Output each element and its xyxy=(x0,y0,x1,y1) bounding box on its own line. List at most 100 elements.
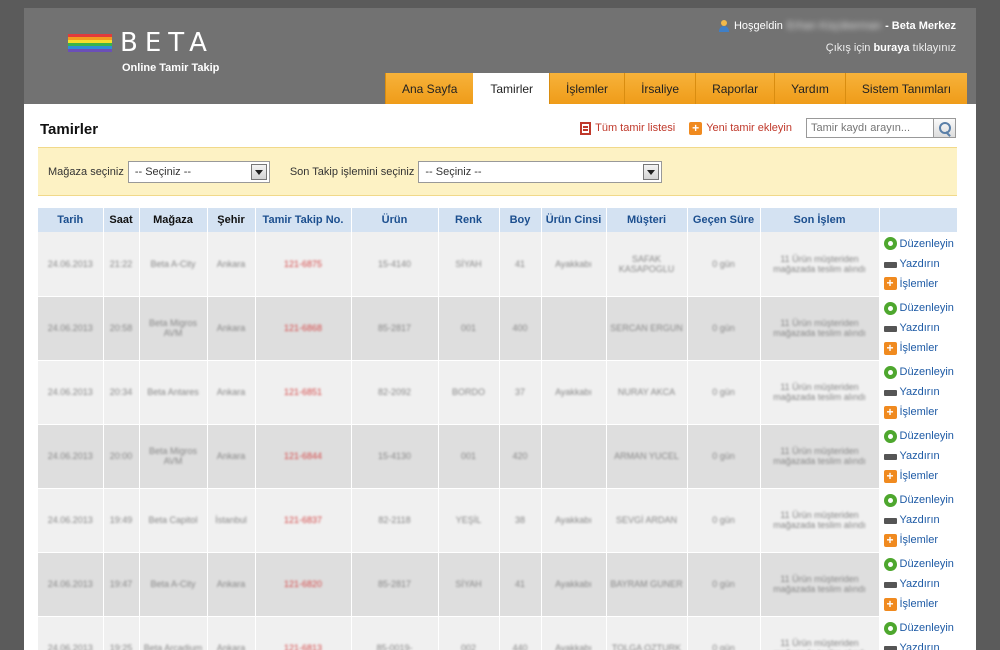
column-header[interactable]: Müşteri xyxy=(606,208,688,232)
last-action-label: Son Takip işlemini seçiniz xyxy=(289,165,415,178)
operations-button[interactable]: + İşlemler xyxy=(883,402,957,422)
edit-button[interactable]: Düzenleyin xyxy=(883,426,957,446)
cell-text: Ankara xyxy=(216,387,246,397)
greeting: Hoşgeldin xyxy=(733,20,783,32)
column-header[interactable]: Şehir xyxy=(207,208,256,232)
printer-icon xyxy=(883,450,897,464)
operations-button[interactable]: + İşlemler xyxy=(883,594,957,614)
operations-button[interactable]: + İşlemler xyxy=(883,466,957,486)
new-repair-label: Yeni tamir ekleyin xyxy=(706,122,792,134)
print-button[interactable]: Yazdırın xyxy=(883,510,957,530)
operations-button[interactable]: + İşlemler xyxy=(883,338,957,358)
cell-text: 24.06.2013 xyxy=(47,387,93,397)
nav-tab[interactable]: İrsaliye xyxy=(624,73,696,104)
column-header[interactable]: Son İşlem xyxy=(760,208,880,232)
plus-icon: + xyxy=(883,405,897,419)
table-row[interactable]: 24.06.2013 19:49 Beta Capitol İstanbul 121-6… xyxy=(38,488,958,553)
nav-tab[interactable]: Ana Sayfa xyxy=(385,73,474,104)
table-row[interactable]: 24.06.2013 19:47 Beta A-City Ankara 121-6820… xyxy=(38,552,958,617)
new-repair-link[interactable]: + Yeni tamir ekleyin xyxy=(689,121,792,135)
row-actions: DüzenleyinYazdırın+İşlemler xyxy=(879,424,958,489)
logout-link[interactable]: buraya xyxy=(873,42,909,54)
table-row[interactable]: 24.06.2013 20:58 Beta Migros AVM Ankara 121-… xyxy=(38,296,958,361)
header: BETA Online Tamir Takip Hoşgeldin Erhan … xyxy=(24,8,976,104)
table-cell: Ayakkabı xyxy=(541,616,607,650)
print-button[interactable]: Yazdırın xyxy=(883,382,957,402)
action-label: Yazdırın xyxy=(899,642,940,650)
table-cell: 24.06.2013 xyxy=(38,552,104,617)
table-cell: Ankara xyxy=(207,552,256,617)
operations-button[interactable]: + İşlemler xyxy=(883,530,957,550)
store-select[interactable]: -- Seçiniz -- xyxy=(127,160,270,183)
action-label: Düzenleyin xyxy=(899,237,954,250)
logout-line: Çıkış için buraya tıklayınız xyxy=(718,42,956,54)
nav-tab[interactable]: Sistem Tanımları xyxy=(844,73,968,104)
cell-text: Beta Antares xyxy=(147,387,199,397)
table-row[interactable]: 24.06.2013 19:25 Beta Arcadium Ankara 121-68… xyxy=(38,616,958,650)
print-button[interactable]: Yazdırın xyxy=(883,574,957,594)
table-cell: 121-6875 xyxy=(255,232,352,297)
column-header[interactable]: Tarih xyxy=(38,208,104,232)
column-header[interactable]: Tamir Takip No. xyxy=(255,208,352,232)
table-row[interactable]: 24.06.2013 21:22 Beta A-City Ankara 121-6875… xyxy=(38,232,958,297)
column-header[interactable]: Geçen Süre xyxy=(687,208,761,232)
column-header[interactable]: Renk xyxy=(438,208,500,232)
plus-icon: + xyxy=(883,469,897,483)
column-header[interactable]: Ürün Cinsi xyxy=(541,208,607,232)
cell-text: 24.06.2013 xyxy=(47,579,93,589)
table-cell: Beta Arcadium xyxy=(139,616,208,650)
cell-text: NURAY AKCA xyxy=(617,387,676,397)
plus-icon: + xyxy=(883,277,897,291)
edit-button[interactable]: Düzenleyin xyxy=(883,618,957,638)
cell-text: Beta A-City xyxy=(150,258,196,269)
cell-text: 19:25 xyxy=(109,643,133,650)
column-header[interactable]: Boy xyxy=(499,208,542,232)
action-label: Düzenleyin xyxy=(899,366,954,378)
branch-name: - Beta Merkez xyxy=(885,20,956,32)
table-cell: 11 Ürün müşteriden mağazada teslim alınd… xyxy=(760,552,880,617)
nav-tab[interactable]: Tamirler xyxy=(473,73,550,104)
edit-button[interactable]: Düzenleyin xyxy=(883,362,957,382)
column-header[interactable]: Saat xyxy=(103,208,140,232)
print-button[interactable]: Yazdırın xyxy=(883,638,957,650)
print-button[interactable]: Yazdırın xyxy=(883,254,957,274)
table-cell: 85-2817 xyxy=(351,296,439,361)
nav-tab[interactable]: Raporlar xyxy=(695,73,775,104)
print-button[interactable]: Yazdırın xyxy=(883,318,957,338)
all-list-link[interactable]: Tüm tamir listesi xyxy=(580,121,675,135)
logo[interactable]: BETA Online Tamir Takip xyxy=(68,28,228,82)
cell-text: Beta Capitol xyxy=(148,515,198,525)
print-button[interactable]: Yazdırın xyxy=(883,446,957,466)
action-label: İşlemler xyxy=(899,277,939,290)
nav-tab[interactable]: Yardım xyxy=(774,73,845,104)
column-header[interactable]: Ürün xyxy=(351,208,439,232)
table-cell: 38 xyxy=(499,488,542,553)
edit-button[interactable]: Düzenleyin xyxy=(883,490,957,510)
cell-text: 15-4140 xyxy=(377,258,412,269)
column-header[interactable]: Mağaza xyxy=(139,208,208,232)
table-row[interactable]: 24.06.2013 20:34 Beta Antares Ankara 121-685… xyxy=(38,360,958,425)
cell-text: 440 xyxy=(512,643,528,650)
table-row[interactable]: 24.06.2013 20:00 Beta Migros AVM Ankara 121-… xyxy=(38,424,958,489)
table-cell: İstanbul xyxy=(207,488,256,553)
cell-text: 24.06.2013 xyxy=(47,323,93,333)
action-label: İşlemler xyxy=(899,598,939,610)
edit-button[interactable]: Düzenleyin xyxy=(883,298,957,318)
table-cell: YEŞİL xyxy=(438,488,500,553)
gear-icon xyxy=(883,429,897,443)
edit-button[interactable]: Düzenleyin xyxy=(883,234,957,254)
nav-tab[interactable]: İşlemler xyxy=(549,73,625,104)
cell-text: 82-2118 xyxy=(378,515,411,525)
cell-text: 121-6868 xyxy=(283,323,323,333)
cell-text: 85-2817 xyxy=(377,579,412,589)
search-input[interactable] xyxy=(806,118,934,138)
cell-text: 11 Ürün müşteriden mağazada teslim alınd… xyxy=(773,574,866,594)
edit-button[interactable]: Düzenleyin xyxy=(883,554,957,574)
cell-text: 11 Ürün müşteriden mağazada teslim alınd… xyxy=(773,638,866,650)
rainbow-stripe xyxy=(68,49,112,52)
operations-button[interactable]: + İşlemler xyxy=(883,274,957,294)
table-cell: Beta Migros AVM xyxy=(139,424,208,489)
last-action-select[interactable]: -- Seçiniz -- xyxy=(418,160,663,183)
cell-text: SEVGİ ARDAN xyxy=(615,515,678,525)
search-icon[interactable] xyxy=(934,118,956,138)
